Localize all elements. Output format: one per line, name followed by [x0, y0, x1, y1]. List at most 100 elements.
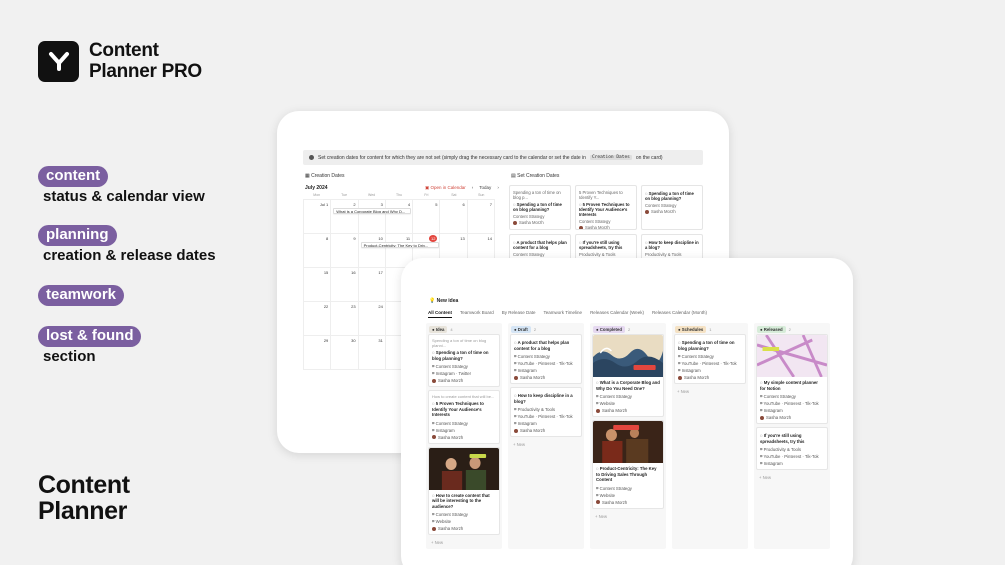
card-category: Content Strategy: [513, 252, 545, 257]
card-assignee: Sasha Morzh: [596, 500, 660, 505]
feature-pill: lost & found: [38, 326, 142, 347]
card-title: ◌ 5 Proven Techniques to Identify Your A…: [579, 202, 630, 217]
card-title: ◌ Product-Centricity: The Key to Driving…: [596, 466, 657, 482]
calendar-day[interactable]: 30: [331, 336, 359, 370]
day-number: 14: [487, 236, 492, 241]
content-card[interactable]: ◌ How to keep discipline in a blog? ⌗ Pro…: [510, 387, 582, 437]
tab-releases-calendar-month[interactable]: Releases Calendar (Month): [652, 310, 707, 318]
content-card[interactable]: ◌ Spending a ton of time on blog plannin…: [674, 334, 746, 384]
calendar-event[interactable]: What is a Corporate Blog and Why D...: [333, 208, 412, 214]
calendar-title: ▦ Creation Dates: [305, 173, 345, 179]
tab-by-release-date[interactable]: By Release Date: [502, 310, 536, 318]
card-title: ◌ A product that helps plan content for …: [514, 340, 570, 351]
next-icon[interactable]: ›: [497, 185, 499, 191]
prev-icon[interactable]: ‹: [472, 185, 474, 191]
calendar-day[interactable]: 31: [358, 336, 386, 370]
card-assignee: Sasha Morzh: [678, 375, 742, 380]
avatar: [645, 209, 649, 214]
calendar-day[interactable]: 17: [358, 268, 386, 302]
add-new-button[interactable]: + New: [592, 512, 664, 521]
assignee-name: Sasha Morzh: [438, 434, 464, 440]
calendar-day[interactable]: 10 Product-Centricity: The Key to Driv...: [358, 234, 439, 268]
weekday-label: Thu: [395, 193, 402, 197]
column-draft: ● Draft 2 ◌ A product that helps plan cont…: [508, 323, 584, 549]
calendar-day[interactable]: 8: [304, 234, 332, 268]
avatar: [760, 415, 764, 420]
card-title: ◌ Spending a ton of time on blog plannin…: [513, 202, 562, 212]
unscheduled-card[interactable]: 5 Proven Techniques to Identify Y... ◌ 5 …: [575, 185, 637, 230]
calendar-day[interactable]: 3: [358, 200, 386, 234]
unscheduled-card[interactable]: ◌ Spending a ton of time on blog plannin…: [641, 185, 703, 230]
calendar-day[interactable]: 7: [467, 200, 495, 234]
card-assignee: Sasha Morzh: [760, 415, 824, 420]
card-property: ⌗ Instagram · Twitter: [432, 371, 472, 376]
card-property: ⌗ Instagram: [432, 427, 455, 433]
day-number: 12: [428, 235, 438, 242]
card-title: ◌ Spending a ton of time on blog plannin…: [645, 191, 694, 201]
calendar-day[interactable]: 5: [413, 200, 441, 234]
calendar-day[interactable]: 22: [304, 302, 332, 336]
add-new-button[interactable]: + New: [510, 440, 582, 449]
add-new-button[interactable]: + New: [428, 538, 500, 547]
tab-releases-calendar-week[interactable]: Releases Calendar (Week): [590, 310, 644, 318]
unscheduled-card[interactable]: Spending a ton of time on blog p... ◌ Spe…: [509, 185, 571, 230]
weekday-label: Sat: [451, 193, 457, 197]
card-cover-image: [757, 335, 827, 377]
calendar-day[interactable]: 16: [331, 268, 359, 302]
open-in-calendar-button[interactable]: ▣ Open in Calendar: [425, 185, 466, 191]
card-property: ⌗ Content Strategy: [514, 354, 550, 359]
calendar-month: July 2024: [305, 185, 328, 191]
card-property: ⌗ YouTube · Pinterest · Tik-Tok: [760, 401, 819, 406]
calendar-day[interactable]: 6: [440, 200, 468, 234]
card-property: ⌗ YouTube · Pinterest · Tik-Tok: [678, 361, 737, 366]
calendar-day[interactable]: 23: [331, 302, 359, 336]
content-card[interactable]: ◌ If you're still using spreadsheets, tr…: [756, 427, 828, 470]
calendar-day[interactable]: 9: [331, 234, 359, 268]
calendar-day[interactable]: 29: [304, 336, 332, 370]
avatar: [432, 435, 436, 440]
assignee-name: Sasha Morzh: [602, 499, 628, 505]
content-card[interactable]: ◌ Product-Centricity: The Key to Driving…: [592, 420, 664, 509]
feature-lost-found: lost & found section: [38, 326, 142, 365]
column-count: 2: [788, 327, 791, 332]
content-card[interactable]: ◌ How to create content that will be int…: [428, 446, 500, 535]
day-number: 17: [378, 270, 383, 275]
bottom-title: Content Planner: [38, 471, 130, 525]
calendar-day[interactable]: 15: [304, 268, 332, 302]
assignee-name: Sasha Morzh: [585, 225, 610, 230]
tab-teamwork-board[interactable]: Teamwork Board: [460, 310, 494, 318]
card-assignee: Sasha Morzh: [514, 428, 578, 433]
assignee-name: Sasha Morzh: [520, 375, 546, 380]
calendar-event[interactable]: Product-Centricity: The Key to Driv...: [360, 242, 439, 248]
add-new-button[interactable]: + New: [756, 473, 828, 482]
view-tabs: All Content Teamwork Board By Release Date…: [428, 310, 707, 318]
calendar-day[interactable]: 24: [358, 302, 386, 336]
tab-all-content[interactable]: All Content: [428, 310, 452, 318]
column-header: ● Schedules 1: [674, 325, 746, 334]
day-number: 4: [407, 202, 411, 207]
today-button[interactable]: Today: [479, 185, 491, 191]
day-number: 29: [323, 338, 329, 343]
calendar-day[interactable]: Jul 1: [304, 200, 332, 234]
calendar-day[interactable]: 4: [385, 200, 414, 234]
status-badge: ● Completed: [593, 326, 625, 333]
info-icon: [309, 155, 314, 160]
day-number: 9: [353, 236, 356, 241]
card-assignee: Sasha Morzh: [579, 225, 633, 230]
content-card[interactable]: ◌ My simple content planner for Notion ⌗ …: [756, 334, 828, 424]
day-number: 10: [378, 236, 383, 241]
card-category: Productivity & Tools: [645, 252, 682, 257]
add-new-button[interactable]: + New: [674, 387, 746, 396]
content-card[interactable]: ◌ A product that helps plan content for …: [510, 334, 582, 384]
card-category: Content Strategy: [513, 214, 545, 219]
card-title: ◌ What is a Corporate Blog and Why Do Yo…: [596, 380, 660, 391]
card-property: ⌗ Instagram: [678, 368, 701, 373]
content-card[interactable]: How to create content that will be... ◌ 5…: [428, 390, 500, 444]
content-card[interactable]: ◌ What is a Corporate Blog and Why Do Yo…: [592, 334, 664, 417]
content-card[interactable]: Spending a ton of time on blog planni...…: [428, 334, 500, 387]
card-title: ◌ 5 Proven Techniques to Identify Your A…: [432, 401, 484, 417]
calendar-day[interactable]: 2 What is a Corporate Blog and Why D...: [331, 200, 412, 234]
column-completed: ● Completed 2 ◌ What is a Corporate Blog a…: [590, 323, 666, 549]
weekday-label: Wed: [367, 193, 376, 197]
tab-teamwork-timeline[interactable]: Teamwork Timeline: [544, 310, 583, 318]
